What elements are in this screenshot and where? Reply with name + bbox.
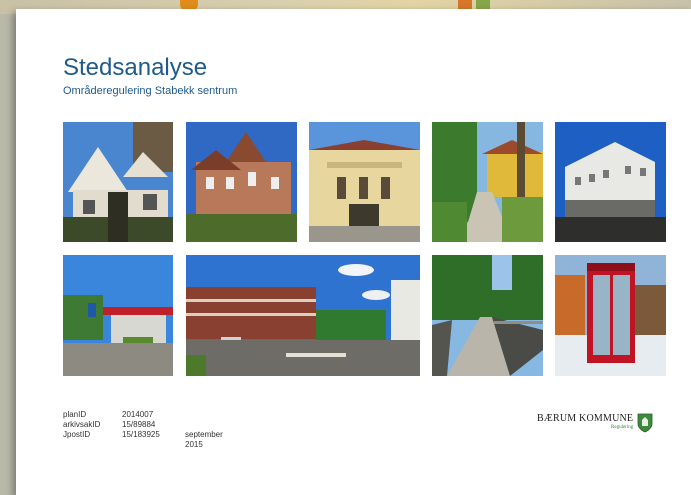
metadata-label: JpostID [63, 430, 91, 439]
photo-street-intersection [186, 255, 420, 376]
photo-wooded-path [432, 122, 543, 242]
municipality-logo: BÆRUM KOMMUNE Regulering [537, 413, 653, 433]
photo-white-building [555, 122, 666, 242]
metadata-value: 15/89884 [122, 420, 156, 429]
photo-white-villa [63, 122, 173, 242]
photo-bridge-path [432, 255, 543, 376]
photo-phone-booth [555, 255, 666, 376]
metadata-value: 2014007 [122, 410, 154, 419]
page-title: Stedsanalyse [63, 54, 208, 81]
document-date: september 2015 [185, 430, 223, 449]
logo-name: BÆRUM KOMMUNE [537, 413, 634, 424]
document-page: Stedsanalyse Områderegulering Stabekk se… [16, 9, 691, 495]
logo-subtitle: Regulering [611, 425, 634, 430]
logo-text: BÆRUM KOMMUNE Regulering [537, 413, 633, 430]
metadata-label: arkivsakID [63, 420, 101, 429]
photo-yellow-station [309, 122, 420, 242]
photo-gas-station [63, 255, 173, 376]
metadata-label: planID [63, 410, 87, 419]
metadata-value: 15/183925 [122, 430, 160, 439]
municipal-shield-icon [637, 413, 653, 433]
page-subtitle: Områderegulering Stabekk sentrum [63, 85, 238, 97]
photo-brick-house [186, 122, 297, 242]
